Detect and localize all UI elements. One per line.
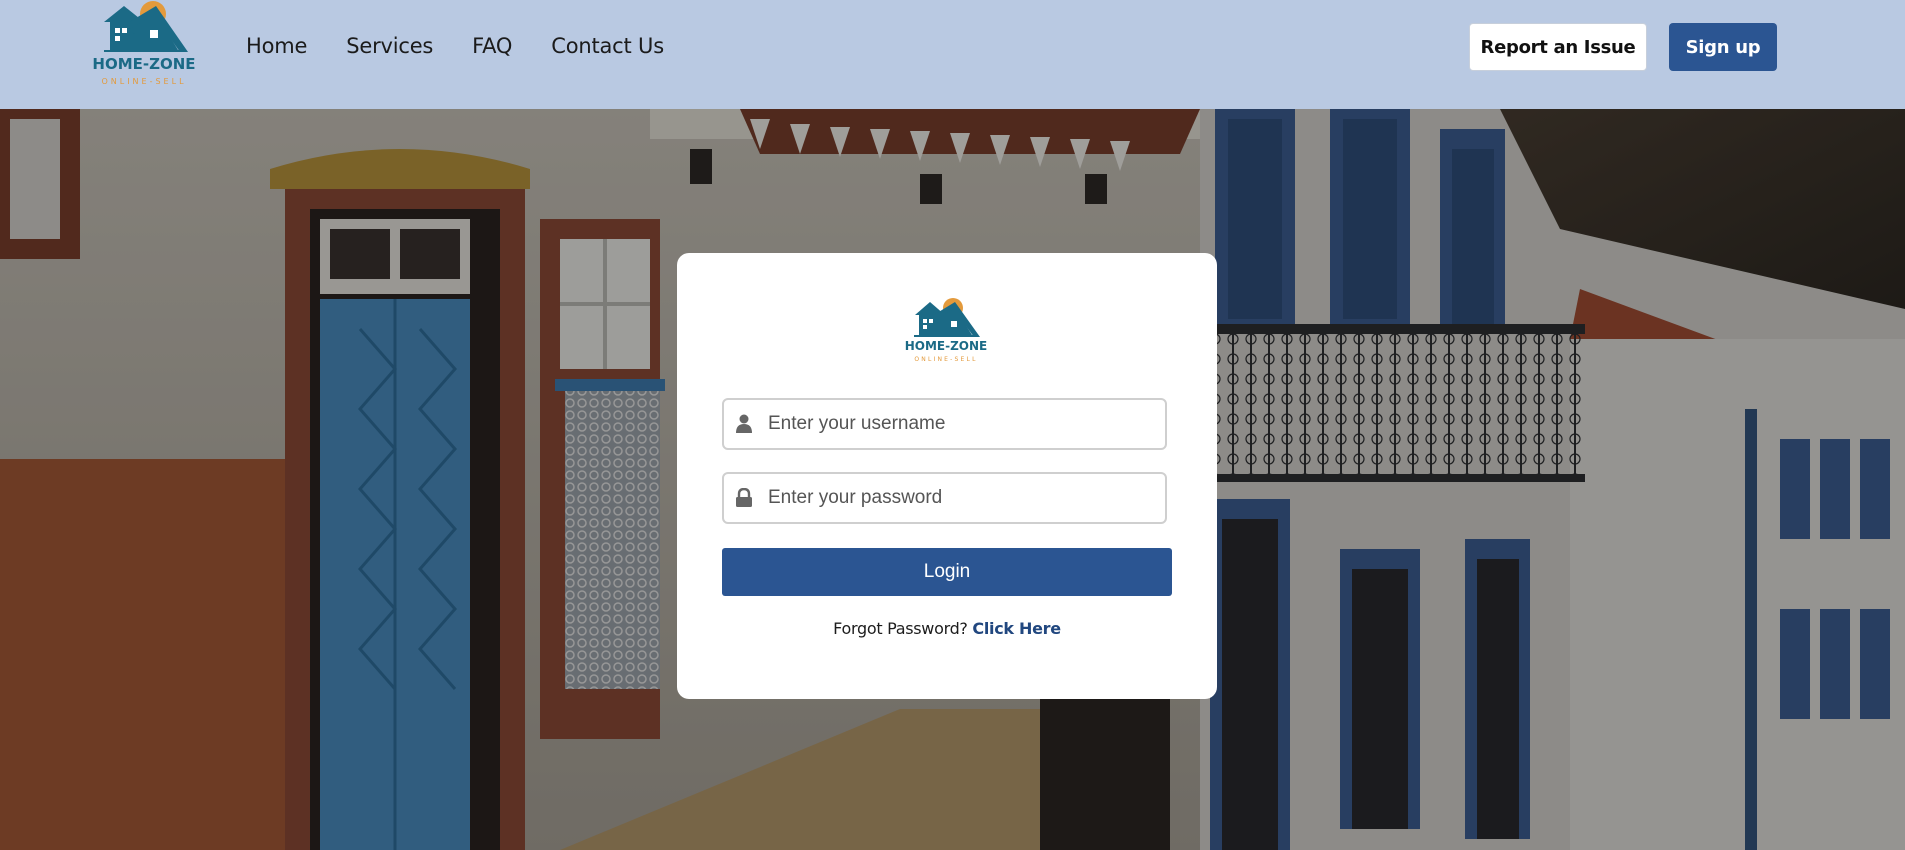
top-navbar: HOME-ZONE ONLINE-SELL Home Services FAQ … (0, 0, 1905, 109)
report-issue-button[interactable]: Report an Issue (1469, 23, 1647, 71)
sign-up-button[interactable]: Sign up (1669, 23, 1777, 71)
password-input[interactable] (768, 474, 1158, 522)
login-card: HOME-ZONE ONLINE-SELL Login Forgot Passw… (677, 253, 1217, 699)
username-input[interactable] (768, 400, 1158, 448)
user-icon (735, 414, 753, 434)
brand-logo[interactable]: HOME-ZONE ONLINE-SELL (80, 0, 208, 90)
nav-faq[interactable]: FAQ (472, 34, 512, 58)
login-button[interactable]: Login (722, 548, 1172, 596)
forgot-password-row: Forgot Password? Click Here (677, 619, 1217, 638)
lock-icon (735, 487, 753, 508)
brand-tagline: ONLINE-SELL (101, 77, 186, 86)
nav-home[interactable]: Home (246, 34, 307, 58)
card-brand-logo: HOME-ZONE ONLINE-SELL (896, 297, 996, 367)
forgot-password-text: Forgot Password? (833, 619, 968, 638)
card-brand-tagline: ONLINE-SELL (914, 356, 977, 363)
brand-name: HOME-ZONE (92, 55, 195, 73)
username-field[interactable] (722, 398, 1167, 450)
forgot-password-link[interactable]: Click Here (972, 619, 1061, 638)
house-logo-icon: HOME-ZONE ONLINE-SELL (92, 1, 196, 86)
house-logo-icon: HOME-ZONE ONLINE-SELL (905, 298, 988, 363)
password-field[interactable] (722, 472, 1167, 524)
card-brand-name: HOME-ZONE (905, 339, 988, 353)
nav-services[interactable]: Services (346, 34, 433, 58)
nav-contact-us[interactable]: Contact Us (551, 34, 664, 58)
main-nav: Home Services FAQ Contact Us (246, 34, 703, 58)
